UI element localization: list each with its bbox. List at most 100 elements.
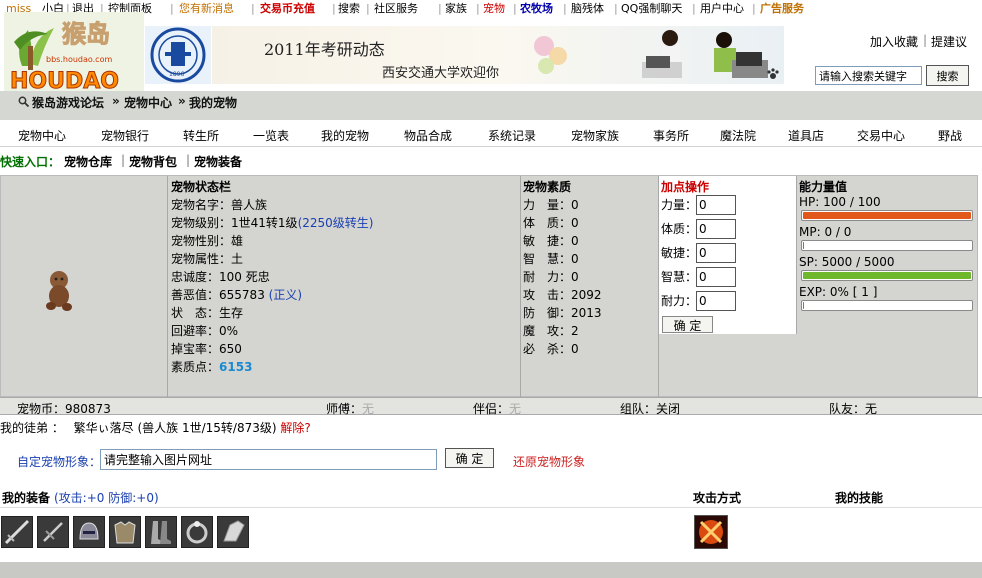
addpoint-str-input[interactable] xyxy=(696,195,736,215)
quick-link-backpack[interactable]: 宠物背包 xyxy=(129,153,177,170)
addpoint-agi-label: 敏捷： xyxy=(661,246,698,260)
menu-overview[interactable]: 一览表 xyxy=(253,127,289,144)
search-button[interactable]: 搜索 xyxy=(926,65,969,86)
search-input[interactable] xyxy=(815,66,922,85)
hp-bar xyxy=(801,210,973,221)
addpoint-str-label: 力量： xyxy=(661,198,698,212)
quick-entry-label: 快速入口： xyxy=(0,155,61,169)
hp-text: HP: 100 / 100 xyxy=(799,195,881,209)
dagger-icon[interactable] xyxy=(37,516,69,548)
banner-subtitle: 西安交通大学欢迎你 xyxy=(382,66,500,81)
breadcrumb-separator: » xyxy=(178,94,186,108)
image-url-input[interactable] xyxy=(100,449,437,470)
quality-agi-row: 敏 捷：0 xyxy=(523,234,579,248)
menu-synthesis[interactable]: 物品合成 xyxy=(404,127,452,144)
confirm-points-button[interactable]: 确 定 xyxy=(662,316,713,333)
quality-crit-row: 必 杀：0 xyxy=(523,342,579,356)
ad-service-link[interactable]: 广告服务 xyxy=(760,2,804,15)
breadcrumb: 猴岛游戏论坛 » 宠物中心 » 我的宠物 xyxy=(0,91,982,120)
quick-link-warehouse[interactable]: 宠物仓库 xyxy=(64,153,112,170)
divider: | xyxy=(614,2,618,15)
menu-pet-center[interactable]: 宠物中心 xyxy=(18,127,66,144)
addpoint-int-input[interactable] xyxy=(696,267,736,287)
boots-icon[interactable] xyxy=(145,516,177,548)
helmet-icon[interactable] xyxy=(73,516,105,548)
site-logo[interactable]: 猴岛 bbs.houdao.com HOUDAO xyxy=(4,6,144,95)
pet-link[interactable]: 宠物 xyxy=(483,2,505,15)
quality-matk-row: 魔 攻：2 xyxy=(523,324,579,338)
paw-icon xyxy=(767,68,779,79)
custom-image-row: 自定宠物形象： 确 定 还原宠物形象 xyxy=(0,446,982,472)
hp-bar-fill xyxy=(803,212,971,219)
divider: | xyxy=(170,2,174,15)
addpoint-title: 加点操作 xyxy=(661,180,710,194)
sword-icon[interactable] xyxy=(1,516,33,548)
menu-rebirth[interactable]: 转生所 xyxy=(183,127,219,144)
menu-my-pet[interactable]: 我的宠物 xyxy=(321,127,369,144)
breadcrumb-pet-center[interactable]: 宠物中心 xyxy=(124,94,172,111)
pet-level-row: 宠物级别：1世41转1级(2250级转生) xyxy=(171,216,374,230)
divider: | xyxy=(752,2,756,15)
menu-office[interactable]: 事务所 xyxy=(653,127,689,144)
attack-mode-title: 攻击方式 xyxy=(693,491,742,505)
new-message-link[interactable]: 您有新消息 xyxy=(179,2,234,15)
top-navigation: miss 小白 | 退出 | 控制面板 | 您有新消息 | 交易币充值 | 搜索… xyxy=(0,0,982,18)
pet-karma-row: 善恶值：655783 (正义) xyxy=(171,288,303,302)
quality-def-row: 防 御：2013 xyxy=(523,306,602,320)
ad-banner[interactable]: 2011年考研动态 西安交通大学欢迎你 xyxy=(212,26,784,84)
bookmark-link[interactable]: 加入收藏 xyxy=(870,33,918,50)
quality-int-row: 智 慧：0 xyxy=(523,252,579,266)
menu-magic-academy[interactable]: 魔法院 xyxy=(720,127,756,144)
divider: | xyxy=(251,2,255,15)
apprentice-value: 繁华ぃ落尽 (兽人族 1世/15转/873级) xyxy=(73,421,277,435)
font-link[interactable]: 脑残体 xyxy=(571,2,604,15)
pet-points-row: 素质点：6153 xyxy=(171,360,253,374)
menu-pet-family[interactable]: 宠物家族 xyxy=(571,127,619,144)
custom-image-confirm-button[interactable]: 确 定 xyxy=(445,448,494,468)
divider: | xyxy=(563,2,567,15)
menu-pet-bank[interactable]: 宠物银行 xyxy=(101,127,149,144)
menu-system-log[interactable]: 系统记录 xyxy=(488,127,536,144)
rebirth-link[interactable]: (2250级转生) xyxy=(298,216,374,230)
quality-points: 6153 xyxy=(219,360,253,374)
divider: | xyxy=(923,33,928,47)
armor-icon[interactable] xyxy=(109,516,141,548)
user-center-link[interactable]: 用户中心 xyxy=(700,2,744,15)
students-image xyxy=(642,30,768,78)
pet-main-panel: 宠物状态栏 宠物名字：兽人族 宠物级别：1世41转1级(2250级转生) 宠物性… xyxy=(0,175,978,398)
addpoint-agi-input[interactable] xyxy=(696,243,736,263)
addpoint-con-label: 体质： xyxy=(661,222,698,236)
search-link[interactable]: 搜索 xyxy=(338,2,360,15)
pet-gender-row: 宠物性别：雄 xyxy=(171,234,244,248)
family-link[interactable]: 家族 xyxy=(445,2,467,15)
pet-attr-row: 宠物属性：土 xyxy=(171,252,244,266)
menu-item-shop[interactable]: 道具店 xyxy=(788,127,824,144)
gauntlet-icon[interactable] xyxy=(217,516,249,548)
quick-link-equipment[interactable]: 宠物装备 xyxy=(194,153,242,170)
addpoint-con-input[interactable] xyxy=(696,219,736,239)
pet-drop-row: 掉宝率：650 xyxy=(171,342,242,356)
farm-link[interactable]: 农牧场 xyxy=(520,2,553,15)
qq-chat-link[interactable]: QQ强制聊天 xyxy=(621,2,682,15)
breadcrumb-my-pet: 我的宠物 xyxy=(189,96,238,110)
status-column: 宠物状态栏 宠物名字：兽人族 宠物级别：1世41转1级(2250级转生) 宠物性… xyxy=(168,176,521,398)
ring-icon[interactable] xyxy=(181,516,213,548)
feedback-link[interactable]: 提建议 xyxy=(931,33,967,50)
equipment-header: 我的装备 (攻击:+0 防御:+0) 攻击方式 我的技能 xyxy=(0,486,982,508)
recharge-link[interactable]: 交易币充值 xyxy=(260,2,315,15)
divider: | xyxy=(513,2,517,15)
addpoint-end-input[interactable] xyxy=(696,291,736,311)
exp-bar-fill xyxy=(803,302,804,309)
search-icon xyxy=(18,96,29,107)
attack-mode-icon[interactable] xyxy=(694,515,728,549)
master: 师傅：无 xyxy=(326,402,375,416)
menu-field-battle[interactable]: 野战 xyxy=(938,127,962,144)
menu-trade-center[interactable]: 交易中心 xyxy=(857,127,905,144)
release-apprentice-link[interactable]: 解除? xyxy=(280,421,310,435)
breadcrumb-forum[interactable]: 猴岛游戏论坛 xyxy=(32,94,104,111)
status-title: 宠物状态栏 xyxy=(171,180,232,194)
divider: | xyxy=(366,2,370,15)
community-link[interactable]: 社区服务 xyxy=(374,2,418,15)
restore-image-link[interactable]: 还原宠物形象 xyxy=(513,453,585,470)
skills-title: 我的技能 xyxy=(835,491,884,505)
